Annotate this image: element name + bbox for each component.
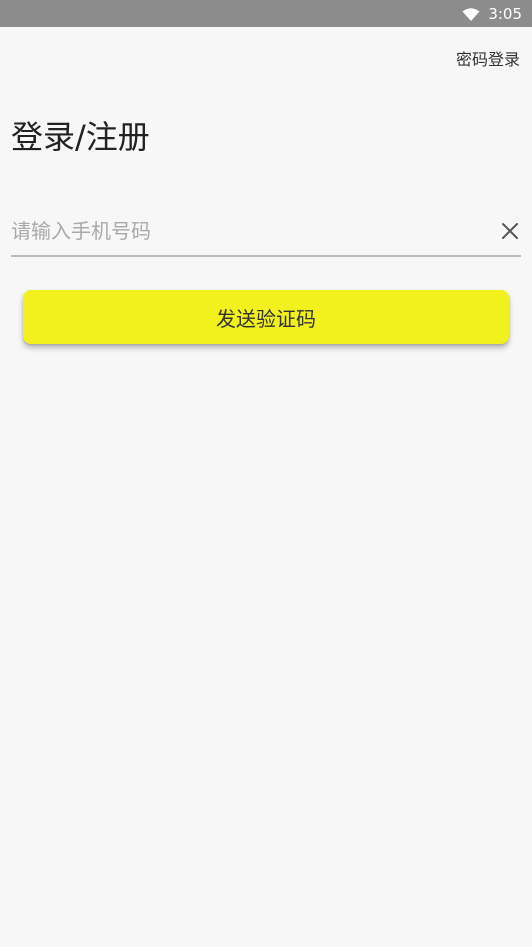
wifi-icon xyxy=(462,7,480,21)
status-time: 3:05 xyxy=(488,5,522,23)
status-right: 3:05 xyxy=(462,4,522,24)
page-title: 登录/注册 xyxy=(11,118,150,156)
send-code-button[interactable]: 发送验证码 xyxy=(23,290,509,344)
status-bar: 3:05 xyxy=(0,0,532,27)
close-icon[interactable] xyxy=(499,220,521,242)
password-login-link[interactable]: 密码登录 xyxy=(456,49,520,71)
phone-input-row xyxy=(11,207,521,257)
phone-number-input[interactable] xyxy=(11,217,471,245)
